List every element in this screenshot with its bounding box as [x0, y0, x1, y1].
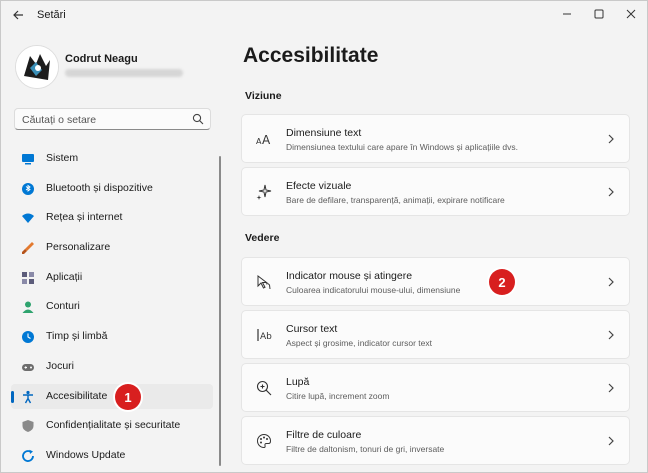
network-icon [22, 213, 34, 224]
card-filtre-culoare[interactable]: Filtre de culoare Filtre de daltonism, t… [241, 416, 630, 465]
sidebar-item-bluetooth[interactable]: Bluetooth și dispozitive [11, 176, 213, 201]
sidebar-item-confidentialitate[interactable]: Confidențialitate și securitate [11, 413, 213, 438]
search-input[interactable]: Căutați o setare [22, 114, 96, 126]
profile-email-blurred [65, 69, 183, 77]
sidebar-item-network[interactable]: Rețea și internet [11, 205, 213, 230]
section-title-viziune: Viziune [245, 90, 282, 102]
gamepad-icon [22, 363, 34, 371]
sidebar-item-label: Bluetooth și dispozitive [46, 181, 153, 194]
sidebar-item-label: Sistem [46, 152, 79, 164]
sidebar-item-label: Personalizare [46, 241, 111, 254]
system-icon [22, 154, 34, 165]
sidebar-item-label: Timp și limbă [46, 330, 108, 343]
text-size-icon: AA [256, 131, 272, 147]
svg-text:Ab: Ab [260, 332, 272, 342]
section-title-vedere: Vedere [245, 232, 280, 244]
magnifier-icon [256, 380, 272, 396]
sidebar-item-label: Windows Update [46, 448, 126, 461]
window-controls [551, 1, 647, 29]
sidebar-item-label: Jocuri [46, 359, 75, 372]
maximize-icon [594, 9, 604, 19]
card-title: Indicator mouse și atingere [286, 270, 413, 282]
card-description: Citire lupă, increment zoom [286, 391, 390, 401]
chevron-right-icon [608, 187, 614, 197]
app-title: Setări [37, 9, 66, 21]
apps-icon [22, 271, 34, 284]
brush-icon [22, 242, 34, 255]
mouse-pointer-icon [256, 274, 272, 290]
sidebar-item-windows-update[interactable]: Windows Update [11, 443, 213, 468]
search-icon[interactable] [192, 113, 204, 125]
sidebar-item-label: Conturi [46, 300, 80, 313]
chevron-right-icon [608, 436, 614, 446]
sidebar-item-jocuri[interactable]: Jocuri [11, 354, 213, 379]
profile-name: Codrut Neagu [65, 53, 138, 65]
close-icon [626, 9, 636, 19]
annotation-badge-2: 2 [489, 269, 515, 295]
chevron-right-icon [608, 330, 614, 340]
card-indicator-mouse[interactable]: Indicator mouse și atingere Culoarea ind… [241, 257, 630, 306]
card-dimensiune-text[interactable]: AA Dimensiune text Dimensiunea textului … [241, 114, 630, 163]
clock-globe-icon [22, 331, 34, 344]
sidebar-item-label: Confidențialitate și securitate [46, 419, 181, 432]
settings-window: Setări Codrut Neagu Căutați o setare Sis… [0, 0, 648, 473]
sidebar-item-label: Aplicații [46, 270, 83, 283]
sidebar-item-label: Accesibilitate [46, 389, 108, 402]
search-box[interactable]: Căutați o setare [14, 108, 211, 130]
card-description: Bare de defilare, transparență, animații… [286, 195, 505, 205]
sparkle-icon [256, 184, 272, 200]
card-title: Cursor text [286, 323, 338, 335]
shield-icon [22, 420, 34, 433]
sidebar-item-personalizare[interactable]: Personalizare [11, 235, 213, 260]
update-icon [22, 449, 34, 462]
sidebar-item-aplicatii[interactable]: Aplicații [11, 265, 213, 290]
maximize-button[interactable] [583, 1, 615, 27]
sidebar-item-conturi[interactable]: Conturi [11, 294, 213, 319]
annotation-badge-1: 1 [115, 384, 141, 410]
back-button[interactable] [7, 7, 29, 25]
chevron-right-icon [608, 277, 614, 287]
card-title: Efecte vizuale [286, 180, 352, 192]
card-cursor-text[interactable]: Ab Cursor text Aspect și grosime, indica… [241, 310, 630, 359]
minimize-button[interactable] [551, 1, 583, 27]
palette-icon [256, 433, 272, 449]
card-description: Filtre de daltonism, tonuri de gri, inve… [286, 444, 445, 454]
sidebar-scrollbar[interactable] [219, 156, 221, 466]
bluetooth-icon [22, 182, 34, 195]
close-button[interactable] [615, 1, 647, 27]
sidebar-item-accesibilitate[interactable]: Accesibilitate [11, 383, 213, 409]
card-description: Dimensiunea textului care apare în Windo… [286, 142, 518, 152]
avatar-image-icon [16, 46, 58, 88]
back-arrow-icon [13, 10, 23, 20]
chevron-right-icon [608, 383, 614, 393]
selected-indicator [11, 390, 14, 403]
card-description: Culoarea indicatorului mouse-ului, dimen… [286, 285, 461, 295]
card-lupa[interactable]: Lupă Citire lupă, increment zoom [241, 363, 630, 412]
chevron-right-icon [608, 134, 614, 144]
card-efecte-vizuale[interactable]: Efecte vizuale Bare de defilare, transpa… [241, 167, 630, 216]
card-title: Lupă [286, 376, 310, 388]
sidebar-item-timp-limba[interactable]: Timp și limbă [11, 324, 213, 349]
sidebar-nav: Sistem Bluetooth și dispozitive Rețea și… [11, 146, 213, 472]
sidebar-item-label: Rețea și internet [46, 211, 123, 224]
text-cursor-icon: Ab [256, 327, 272, 343]
card-title: Dimensiune text [286, 127, 362, 139]
page-title: Accesibilitate [243, 44, 379, 67]
avatar[interactable] [15, 45, 59, 89]
svg-text:A: A [262, 133, 271, 147]
accessibility-icon [23, 390, 33, 403]
sidebar-item-sistem[interactable]: Sistem [11, 146, 213, 171]
title-bar: Setări [1, 1, 647, 31]
minimize-icon [563, 13, 571, 15]
accounts-icon [22, 301, 34, 314]
card-description: Aspect și grosime, indicator cursor text [286, 338, 432, 348]
card-title: Filtre de culoare [286, 429, 362, 441]
